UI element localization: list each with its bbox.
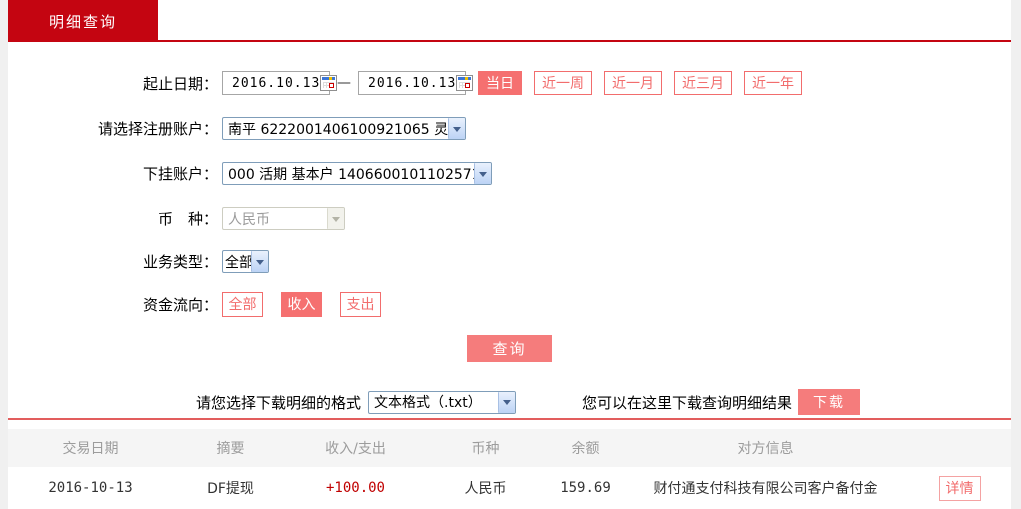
header-currency: 币种 <box>471 441 500 457</box>
table-row: 2016-10-13 DF提现 +100.00 人民币 159.69 财付通支付… <box>8 467 1011 509</box>
quick-range-today-button[interactable]: 当日 <box>478 71 522 95</box>
download-button[interactable]: 下载 <box>798 389 861 415</box>
fund-flow-expense-button[interactable]: 支出 <box>340 291 381 317</box>
cell-amount: +100.00 <box>325 480 385 496</box>
cell-balance: 159.69 <box>560 480 611 496</box>
currency-row: 币 种： 人民币 <box>8 206 1011 231</box>
table-header-row: 交易日期 摘要 收入/支出 币种 余额 对方信息 <box>8 429 1011 467</box>
download-format-select[interactable]: 文本格式（.txt） <box>368 390 517 414</box>
cell-counterparty: 财付通支付科技有限公司客户备付金 <box>653 481 878 497</box>
header-amount: 收入/支出 <box>325 441 386 457</box>
register-account-row: 请选择注册账户： 南平 6222001406100921065 灵通卡 <box>8 116 1011 141</box>
register-account-select[interactable]: 南平 6222001406100921065 灵通卡 <box>222 117 466 140</box>
currency-value: 人民币 <box>228 211 270 228</box>
fund-flow-label: 资金流向： <box>142 295 218 314</box>
quick-range-week-button[interactable]: 近一周 <box>534 71 592 95</box>
header-date: 交易日期 <box>62 441 119 457</box>
tab-underline <box>8 40 1011 42</box>
download-format-label: 请您选择下载明细的格式 <box>196 393 362 412</box>
fund-flow-all-button[interactable]: 全部 <box>222 291 263 317</box>
header-summary: 摘要 <box>216 441 245 457</box>
business-type-row: 业务类型： 全部 <box>8 249 1011 274</box>
header-counterparty: 对方信息 <box>737 441 794 457</box>
fund-flow-row: 资金流向： 全部 收入 支出 <box>8 291 1011 317</box>
download-format-value: 文本格式（.txt） <box>374 395 482 411</box>
register-account-value: 南平 6222001406100921065 灵通卡 <box>228 121 448 138</box>
start-date-value: 2016.10.13 <box>232 75 321 91</box>
date-range-row: 起止日期： 2016.10.13 — 2016.10.13 当日 近一周 近一月… <box>8 69 1011 97</box>
end-date-input[interactable]: 2016.10.13 <box>358 71 474 95</box>
chevron-down-icon[interactable] <box>448 118 465 139</box>
register-account-label: 请选择注册账户： <box>97 120 218 138</box>
business-type-value: 全部 <box>225 254 251 271</box>
cell-action: 详情 <box>908 475 1011 501</box>
calendar-icon[interactable] <box>456 75 474 91</box>
sub-account-select[interactable]: 000 活期 基本户 1406600101102571848 <box>222 162 492 185</box>
chevron-down-icon[interactable] <box>474 163 491 184</box>
sub-account-label: 下挂账户： <box>142 165 218 183</box>
fund-flow-income-button[interactable]: 收入 <box>281 291 322 317</box>
sub-account-value: 000 活期 基本户 1406600101102571848 <box>228 166 474 183</box>
download-hint-text: 您可以在这里下载查询明细结果 <box>582 393 793 412</box>
query-button[interactable]: 查询 <box>467 335 552 362</box>
detail-button[interactable]: 详情 <box>938 475 981 501</box>
calendar-icon[interactable] <box>320 75 338 91</box>
business-type-label: 业务类型： <box>142 253 218 271</box>
start-date-input[interactable]: 2016.10.13 <box>222 71 338 95</box>
cell-summary: DF提现 <box>207 481 254 497</box>
date-range-label: 起止日期： <box>142 74 218 93</box>
table-top-divider <box>8 418 1011 420</box>
chevron-down-icon <box>327 208 344 229</box>
business-type-select[interactable]: 全部 <box>222 250 269 273</box>
cell-date: 2016-10-13 <box>48 480 133 496</box>
date-separator: — <box>337 75 351 91</box>
header-balance: 余额 <box>571 441 600 457</box>
currency-label: 币 种： <box>157 210 218 228</box>
cell-currency: 人民币 <box>464 481 507 497</box>
sub-account-row: 下挂账户： 000 活期 基本户 1406600101102571848 <box>8 161 1011 186</box>
end-date-value: 2016.10.13 <box>368 75 457 91</box>
quick-range-3month-button[interactable]: 近三月 <box>674 71 732 95</box>
currency-select: 人民币 <box>222 207 345 230</box>
quick-range-year-button[interactable]: 近一年 <box>744 71 802 95</box>
download-row: 请您选择下载明细的格式 文本格式（.txt） 您可以在这里下载查询明细结果 下载 <box>8 388 1011 416</box>
quick-range-month-button[interactable]: 近一月 <box>604 71 662 95</box>
tab-label: 明细查询 <box>48 12 117 31</box>
main-panel: 明细查询 起止日期： 2016.10.13 — 2016.10.13 当日 近一… <box>8 0 1011 509</box>
chevron-down-icon[interactable] <box>251 251 268 272</box>
chevron-down-icon[interactable] <box>498 391 516 413</box>
tab-detail-query[interactable]: 明细查询 <box>8 0 158 42</box>
